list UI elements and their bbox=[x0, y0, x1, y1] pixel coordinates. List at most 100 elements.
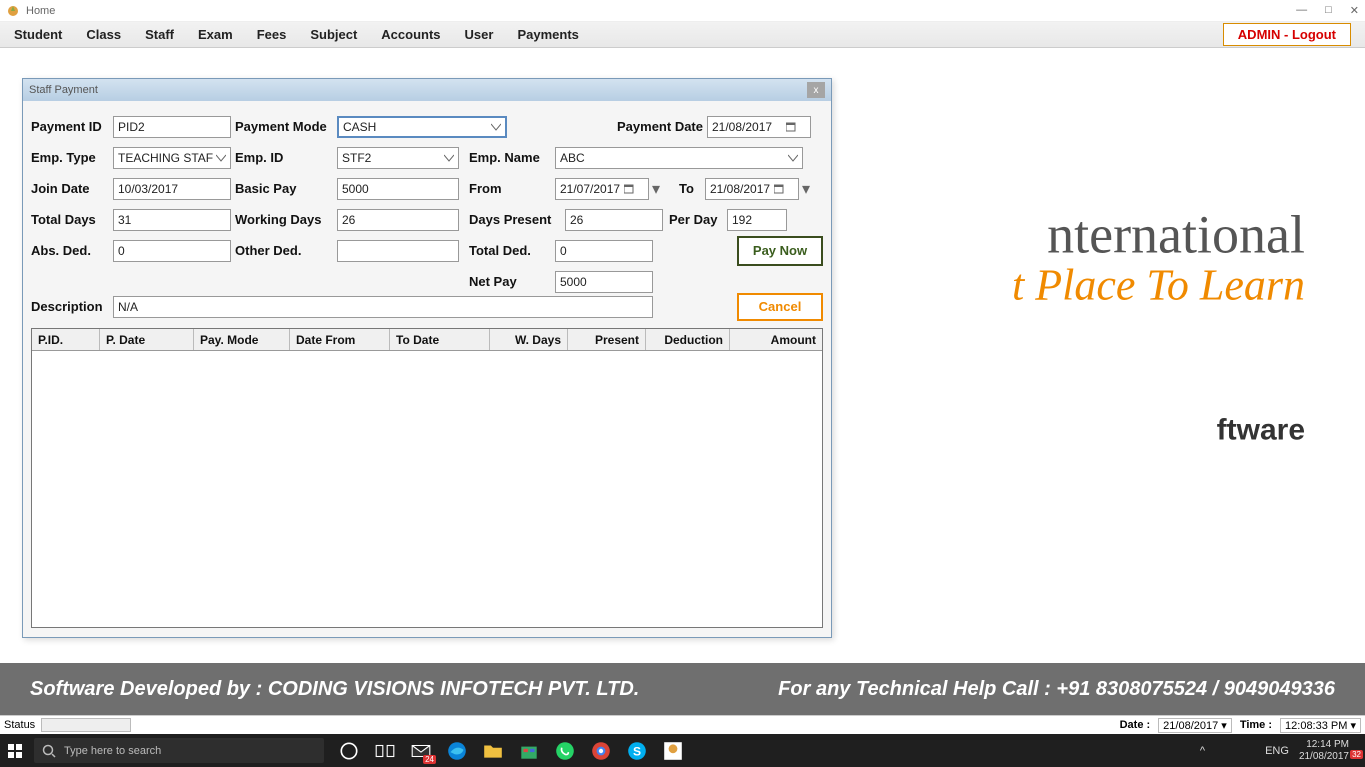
mail-icon[interactable]: 24 bbox=[410, 740, 432, 762]
search-placeholder: Type here to search bbox=[64, 745, 161, 757]
net-pay-field[interactable] bbox=[555, 271, 653, 293]
menu-bar: Student Class Staff Exam Fees Subject Ac… bbox=[0, 22, 1365, 48]
menu-payments[interactable]: Payments bbox=[517, 27, 578, 42]
menu-accounts[interactable]: Accounts bbox=[381, 27, 440, 42]
label-emp-type: Emp. Type bbox=[31, 150, 113, 165]
label-description: Description bbox=[31, 299, 113, 314]
other-ded-field[interactable] bbox=[337, 240, 459, 262]
grid-col-todate[interactable]: To Date bbox=[390, 329, 490, 350]
menu-fees[interactable]: Fees bbox=[257, 27, 287, 42]
grid-col-pdate[interactable]: P. Date bbox=[100, 329, 194, 350]
payment-date-field[interactable] bbox=[707, 116, 811, 138]
per-day-field[interactable] bbox=[727, 209, 787, 231]
join-date-field[interactable] bbox=[113, 178, 231, 200]
whatsapp-icon[interactable] bbox=[554, 740, 576, 762]
label-basic-pay: Basic Pay bbox=[235, 181, 337, 196]
total-days-field[interactable] bbox=[113, 209, 231, 231]
label-payment-date: Payment Date bbox=[603, 119, 703, 134]
grid-col-present[interactable]: Present bbox=[568, 329, 646, 350]
menu-exam[interactable]: Exam bbox=[198, 27, 233, 42]
label-payment-mode: Payment Mode bbox=[235, 119, 337, 134]
svg-text:S: S bbox=[633, 744, 641, 758]
label-total-ded: Total Ded. bbox=[469, 243, 555, 258]
chevron-down-icon[interactable]: ▾ bbox=[799, 179, 813, 199]
search-icon bbox=[42, 744, 56, 758]
from-date-field[interactable] bbox=[555, 178, 649, 200]
taskbar-clock[interactable]: 12:14 PM 21/08/2017 bbox=[1299, 739, 1349, 763]
payment-history-grid[interactable]: P.ID. P. Date Pay. Mode Date From To Dat… bbox=[31, 328, 823, 628]
status-date[interactable]: 21/08/2017 ▾ bbox=[1158, 718, 1232, 733]
menu-user[interactable]: User bbox=[465, 27, 494, 42]
task-view-icon[interactable] bbox=[374, 740, 396, 762]
modal-close-icon[interactable]: x bbox=[807, 82, 825, 98]
payment-id-field[interactable] bbox=[113, 116, 231, 138]
close-icon[interactable]: ✕ bbox=[1350, 4, 1359, 17]
search-input[interactable]: Type here to search bbox=[34, 738, 324, 763]
abs-ded-field[interactable] bbox=[113, 240, 231, 262]
footer-band: Software Developed by : CODING VISIONS I… bbox=[0, 663, 1365, 715]
total-ded-field[interactable] bbox=[555, 240, 653, 262]
menu-class[interactable]: Class bbox=[86, 27, 121, 42]
description-field[interactable] bbox=[113, 296, 653, 318]
edge-icon[interactable] bbox=[446, 740, 468, 762]
start-icon[interactable] bbox=[6, 742, 24, 760]
tray-chevron-up-icon[interactable]: ^ bbox=[1200, 745, 1205, 757]
minimize-icon[interactable]: — bbox=[1296, 4, 1307, 17]
menu-staff[interactable]: Staff bbox=[145, 27, 174, 42]
label-payment-id: Payment ID bbox=[31, 119, 113, 134]
background-branding: nternational t Place To Learn ftware bbox=[1012, 204, 1365, 311]
staff-payment-modal: Staff Payment x Payment ID Payment Mode … bbox=[22, 78, 832, 638]
cortana-icon[interactable] bbox=[338, 740, 360, 762]
basic-pay-field[interactable] bbox=[337, 178, 459, 200]
grid-col-paymode[interactable]: Pay. Mode bbox=[194, 329, 290, 350]
window-title: Home bbox=[26, 5, 55, 17]
chevron-down-icon[interactable]: ▾ bbox=[649, 179, 663, 199]
grid-header: P.ID. P. Date Pay. Mode Date From To Dat… bbox=[32, 329, 822, 351]
modal-title: Staff Payment bbox=[29, 84, 98, 96]
clock-date: 21/08/2017 bbox=[1299, 751, 1349, 763]
cancel-button[interactable]: Cancel bbox=[737, 293, 823, 321]
days-present-field[interactable] bbox=[565, 209, 663, 231]
maximize-icon[interactable]: □ bbox=[1325, 4, 1332, 17]
file-explorer-icon[interactable] bbox=[482, 740, 504, 762]
label-from: From bbox=[469, 181, 555, 196]
label-days-present: Days Present bbox=[469, 212, 565, 227]
grid-col-wdays[interactable]: W. Days bbox=[490, 329, 568, 350]
working-days-field[interactable] bbox=[337, 209, 459, 231]
window-titlebar: Home — □ ✕ bbox=[0, 0, 1365, 22]
logout-button[interactable]: ADMIN - Logout bbox=[1223, 23, 1351, 46]
status-time-label: Time : bbox=[1240, 719, 1272, 731]
label-abs-ded: Abs. Ded. bbox=[31, 243, 113, 258]
emp-type-select[interactable] bbox=[113, 147, 231, 169]
language-indicator[interactable]: ENG bbox=[1265, 745, 1289, 757]
store-icon[interactable] bbox=[518, 740, 540, 762]
chrome-icon[interactable] bbox=[590, 740, 612, 762]
status-time[interactable]: 12:08:33 PM ▾ bbox=[1280, 718, 1361, 733]
to-date-field[interactable] bbox=[705, 178, 799, 200]
label-join-date: Join Date bbox=[31, 181, 113, 196]
status-date-label: Date : bbox=[1120, 719, 1151, 731]
main-area: nternational t Place To Learn ftware Sta… bbox=[0, 48, 1365, 663]
grid-col-amount[interactable]: Amount bbox=[730, 329, 822, 350]
menu-student[interactable]: Student bbox=[14, 27, 62, 42]
bg-line-3: ftware bbox=[1217, 414, 1305, 448]
modal-titlebar[interactable]: Staff Payment x bbox=[23, 79, 831, 101]
bg-line-2: t Place To Learn bbox=[1012, 260, 1305, 311]
menu-subject[interactable]: Subject bbox=[310, 27, 357, 42]
skype-icon[interactable]: S bbox=[626, 740, 648, 762]
payment-mode-select[interactable] bbox=[337, 116, 507, 138]
app-icon[interactable] bbox=[662, 740, 684, 762]
chevron-down-icon[interactable]: ▾ bbox=[1350, 720, 1356, 732]
emp-id-select[interactable] bbox=[337, 147, 459, 169]
label-other-ded: Other Ded. bbox=[235, 243, 337, 258]
pay-now-button[interactable]: Pay Now bbox=[737, 236, 823, 266]
grid-col-pid[interactable]: P.ID. bbox=[32, 329, 100, 350]
label-total-days: Total Days bbox=[31, 212, 113, 227]
chevron-down-icon[interactable]: ▾ bbox=[1221, 720, 1227, 732]
grid-col-deduction[interactable]: Deduction bbox=[646, 329, 730, 350]
app-icon bbox=[6, 4, 20, 18]
mail-badge: 24 bbox=[423, 755, 436, 764]
grid-col-datefrom[interactable]: Date From bbox=[290, 329, 390, 350]
emp-name-select[interactable] bbox=[555, 147, 803, 169]
label-working-days: Working Days bbox=[235, 212, 337, 227]
